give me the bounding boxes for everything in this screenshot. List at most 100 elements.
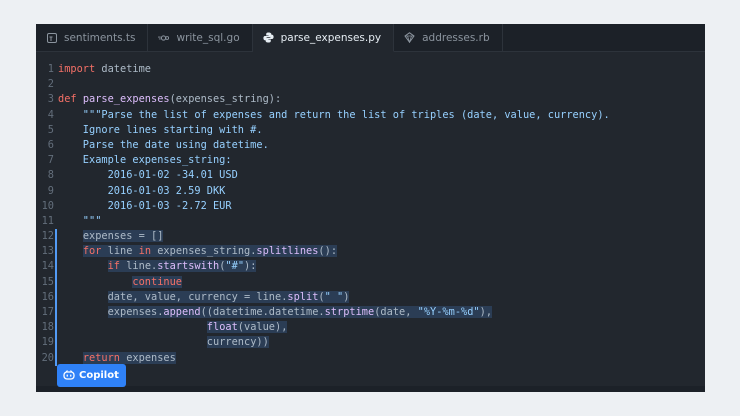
code-token: (expenses_string): bbox=[169, 93, 282, 106]
line-number: 4 bbox=[47, 108, 54, 121]
code-token: 2016-01-03 -2.72 EUR bbox=[58, 199, 232, 212]
code-token: split bbox=[287, 290, 319, 303]
code-token: import bbox=[58, 63, 96, 75]
code-text: import datetime bbox=[58, 62, 151, 77]
code-text: continue bbox=[58, 275, 183, 290]
code-token: Parse the date using datetime. bbox=[58, 138, 269, 151]
code-token: Ignore lines starting with #. bbox=[58, 123, 263, 136]
code-token: """Parse the list of expenses and return… bbox=[58, 108, 610, 121]
code-token: date, value, currency = line. bbox=[107, 290, 288, 303]
line-number: 12 bbox=[41, 230, 54, 243]
tab-write-sql-go[interactable]: write_sql.go bbox=[148, 24, 253, 51]
code-line[interactable]: 5 Ignore lines starting with #. bbox=[36, 123, 705, 138]
code-line[interactable]: 8 2016-01-02 -34.01 USD bbox=[36, 168, 705, 183]
tab-addresses-rb[interactable]: addresses.rb bbox=[394, 24, 503, 51]
code-text: expenses.append((datetime.datetime.strpt… bbox=[58, 305, 493, 320]
code-text: 2016-01-02 -34.01 USD bbox=[58, 168, 238, 183]
tab-label: parse_expenses.py bbox=[280, 31, 382, 44]
tab-label: addresses.rb bbox=[422, 31, 490, 44]
tab-label: sentiments.ts bbox=[64, 31, 136, 44]
code-line[interactable]: 1 import datetime bbox=[36, 62, 705, 77]
code-token: line. bbox=[120, 260, 158, 273]
line-number: 14 bbox=[41, 260, 54, 273]
code-text: 2016-01-03 -2.72 EUR bbox=[58, 199, 232, 214]
code-text: def parse_expenses(expenses_string): bbox=[58, 92, 281, 107]
code-line[interactable]: 2 bbox=[36, 77, 705, 92]
line-number: 2 bbox=[47, 78, 54, 91]
code-token: "#" bbox=[225, 260, 245, 273]
code-line[interactable]: 18 float(value), bbox=[36, 320, 705, 336]
code-token: def bbox=[58, 93, 77, 106]
code-line[interactable]: 4 """Parse the list of expenses and retu… bbox=[36, 108, 705, 123]
code-token: strptime bbox=[324, 306, 375, 318]
line-number: 5 bbox=[47, 123, 54, 136]
code-text: 2016-01-03 2.59 DKK bbox=[58, 184, 226, 199]
code-line[interactable]: 9 2016-01-03 2.59 DKK bbox=[36, 184, 705, 199]
copilot-icon bbox=[63, 370, 75, 381]
copilot-label: Copilot bbox=[79, 370, 119, 381]
code-line[interactable]: 13 for line in expenses_string.splitline… bbox=[36, 244, 705, 260]
code-line[interactable]: 20 return expenses bbox=[36, 350, 705, 366]
code-token: in bbox=[138, 245, 152, 258]
line-number: 18 bbox=[41, 321, 54, 334]
code-text: Ignore lines starting with #. bbox=[58, 123, 263, 138]
line-number: 8 bbox=[47, 169, 54, 182]
code-token: parse_expenses bbox=[82, 93, 170, 106]
tab-bar: sentiments.ts write_sql.go parse_expenses.… bbox=[36, 24, 705, 52]
line-number: 16 bbox=[41, 290, 54, 303]
line-number: 11 bbox=[41, 214, 54, 227]
code-token: (date, bbox=[374, 306, 418, 318]
code-text: for line in expenses_string.splitlines()… bbox=[58, 244, 338, 259]
tab-parse-expenses-py[interactable]: parse_expenses.py bbox=[252, 24, 395, 52]
tab-sentiments-ts[interactable]: sentiments.ts bbox=[36, 24, 149, 51]
line-number: 20 bbox=[41, 351, 54, 364]
code-line[interactable]: 19 currency)) bbox=[36, 335, 705, 351]
code-line[interactable]: 15 continue bbox=[36, 274, 705, 290]
code-token: Example expenses_string: bbox=[58, 154, 232, 167]
code-token: 2016-01-03 2.59 DKK bbox=[58, 184, 226, 197]
code-token: expenses_string. bbox=[151, 245, 257, 258]
code-token: ): bbox=[244, 260, 257, 273]
code-line[interactable]: 14 if line.startswith("#"): bbox=[36, 259, 705, 275]
code-token: return bbox=[82, 351, 121, 364]
line-number: 7 bbox=[47, 154, 54, 167]
code-text: """Parse the list of expenses and return… bbox=[58, 108, 610, 123]
code-token: "%Y-%m-%d" bbox=[417, 306, 480, 318]
line-number: 13 bbox=[41, 245, 54, 258]
code-editor[interactable]: sentiments.ts write_sql.go parse_expenses.… bbox=[36, 24, 705, 392]
code-line[interactable]: 10 2016-01-03 -2.72 EUR bbox=[36, 199, 705, 214]
typescript-file-icon bbox=[46, 32, 57, 43]
bottom-panel-strip bbox=[36, 386, 705, 392]
code-token: for bbox=[82, 245, 102, 258]
code-line[interactable]: 3 def parse_expenses(expenses_string): bbox=[36, 92, 705, 107]
code-token: ) bbox=[343, 290, 350, 303]
code-token: float bbox=[206, 321, 238, 334]
tab-label: write_sql.go bbox=[176, 31, 240, 44]
code-text: """ bbox=[58, 214, 102, 229]
code-line[interactable]: 17 expenses.append((datetime.datetime.st… bbox=[36, 305, 705, 321]
code-line[interactable]: 7 Example expenses_string: bbox=[36, 153, 705, 168]
code-line[interactable]: 12 expenses = [] bbox=[36, 229, 705, 245]
code-token: line bbox=[101, 245, 139, 258]
line-number: 1 bbox=[47, 63, 54, 75]
line-number: 10 bbox=[41, 199, 54, 212]
gutter bbox=[54, 77, 58, 92]
code-token: continue bbox=[132, 275, 183, 288]
code-line[interactable]: 16 date, value, currency = line.split(" … bbox=[36, 289, 705, 305]
code-token: 2016-01-02 -34.01 USD bbox=[58, 169, 238, 182]
code-area[interactable]: 1 import datetime 2 3 def parse_expenses(exp… bbox=[36, 62, 705, 366]
code-line[interactable]: 6 Parse the date using datetime. bbox=[36, 138, 705, 153]
copilot-button[interactable]: Copilot bbox=[57, 364, 126, 387]
code-token: startswith bbox=[157, 260, 220, 273]
code-token: expenses. bbox=[107, 306, 164, 318]
code-token: ( bbox=[318, 290, 325, 303]
code-text: currency)) bbox=[58, 335, 269, 350]
code-token: (): bbox=[318, 245, 338, 258]
code-line[interactable]: 11 """ bbox=[36, 214, 705, 229]
